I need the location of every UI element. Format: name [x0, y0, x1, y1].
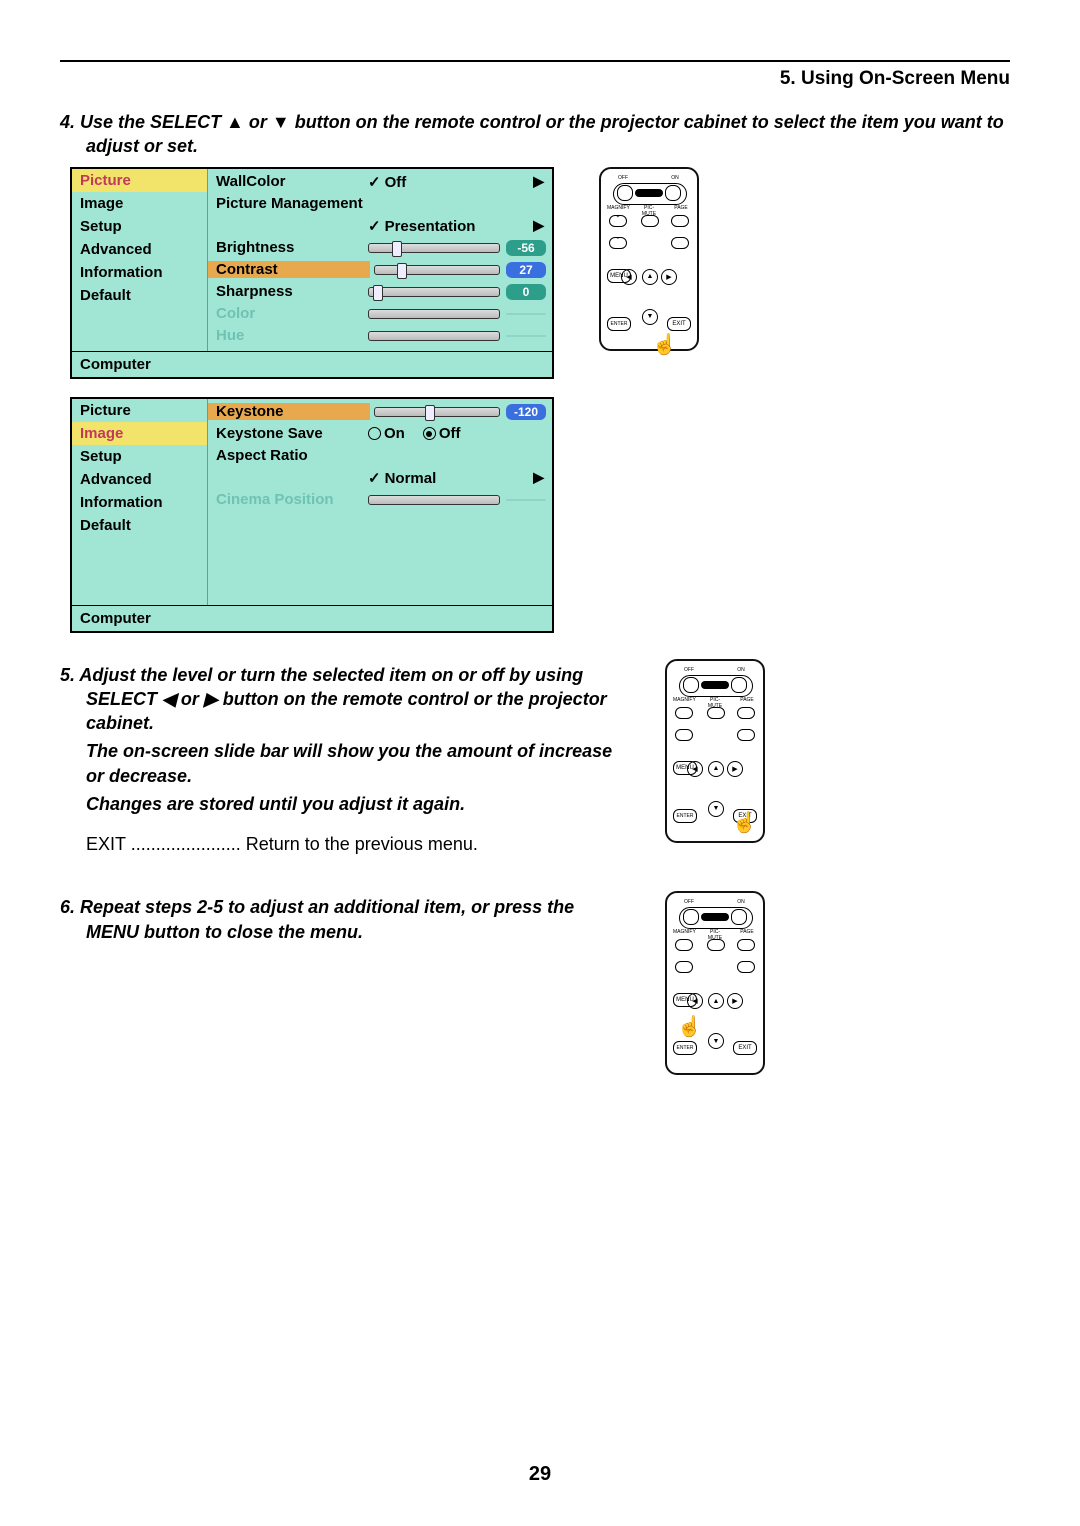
- osd1-cat-image[interactable]: Image: [72, 192, 207, 215]
- color-label: Color: [214, 305, 364, 322]
- osd2-cat-image[interactable]: Image: [72, 422, 207, 445]
- brightness-slider[interactable]: [368, 243, 500, 253]
- step-4: 4. Use the SELECT ▲ or ▼ button on the r…: [60, 110, 1010, 159]
- keystonesave-on[interactable]: On: [368, 425, 405, 442]
- osd2-cat-setup[interactable]: Setup: [72, 445, 207, 468]
- remote-exit-button: EXIT: [667, 317, 691, 331]
- step-4-number: 4.: [60, 112, 75, 132]
- hand-pointer-icon: ☝: [677, 1017, 702, 1037]
- step-6: 6. Repeat steps 2-5 to adjust an additio…: [60, 895, 620, 944]
- remote-control-illustration-2: OFF ON MAGNIFY PIC-MUTE PAGE MENU ▲ ◀ ▶ …: [665, 659, 765, 843]
- osd1-cat-advanced[interactable]: Advanced: [72, 238, 207, 261]
- osd2-cat-advanced[interactable]: Advanced: [72, 468, 207, 491]
- wallcolor-label: WallColor: [214, 173, 364, 190]
- keystonesave-label: Keystone Save: [214, 425, 364, 442]
- chevron-right-icon: ▶: [533, 173, 544, 190]
- keystone-value: -120: [506, 404, 546, 420]
- contrast-label: Contrast: [208, 261, 370, 278]
- chevron-right-icon: ▶: [533, 217, 544, 234]
- chevron-right-icon: ▶: [533, 469, 544, 486]
- sharpness-value: 0: [506, 284, 546, 300]
- osd1-row-brightness[interactable]: Brightness -56: [214, 237, 546, 259]
- keystonesave-off[interactable]: Off: [423, 425, 461, 442]
- picmgmt-label: Picture Management: [214, 195, 364, 212]
- cinema-label: Cinema Position: [214, 491, 364, 508]
- osd-picture-menu: Picture Image Setup Advanced Information…: [70, 167, 554, 379]
- color-value: [506, 313, 546, 315]
- aspect-label: Aspect Ratio: [214, 447, 364, 464]
- step-5-number: 5.: [60, 665, 75, 685]
- step-5-line2: The on-screen slide bar will show you th…: [86, 739, 620, 788]
- osd2-cat-information[interactable]: Information: [72, 491, 207, 514]
- osd2-row-keystone[interactable]: Keystone -120: [214, 401, 546, 423]
- keystone-label: Keystone: [208, 403, 370, 420]
- osd1-row-contrast[interactable]: Contrast 27: [214, 259, 546, 281]
- osd1-sidebar: Picture Image Setup Advanced Information…: [72, 169, 208, 351]
- osd2-row-aspect[interactable]: Aspect Ratio: [214, 445, 546, 467]
- hue-label: Hue: [214, 327, 364, 344]
- sharpness-label: Sharpness: [214, 283, 364, 300]
- contrast-slider[interactable]: [374, 265, 500, 275]
- osd2-row-aspect-value[interactable]: Normal ▶: [214, 467, 546, 489]
- sharpness-slider[interactable]: [368, 287, 500, 297]
- osd2-status: Computer: [72, 605, 552, 631]
- osd1-row-sharpness[interactable]: Sharpness 0: [214, 281, 546, 303]
- osd2-sidebar: Picture Image Setup Advanced Information…: [72, 399, 208, 605]
- osd1-cat-setup[interactable]: Setup: [72, 215, 207, 238]
- brightness-value: -56: [506, 240, 546, 256]
- osd1-row-picmgmt-value[interactable]: Presentation ▶: [214, 215, 546, 237]
- cinema-value: [506, 499, 546, 501]
- aspect-value: Normal: [368, 469, 436, 487]
- brightness-label: Brightness: [214, 239, 364, 256]
- hue-value: [506, 335, 546, 337]
- osd1-status: Computer: [72, 351, 552, 377]
- hand-pointer-icon: ☝: [652, 335, 677, 355]
- exit-label: EXIT: [86, 834, 126, 854]
- hue-slider: [368, 331, 500, 341]
- step-6-text: Repeat steps 2-5 to adjust an additional…: [80, 897, 574, 941]
- dpad-left-icon: ◀: [621, 269, 637, 285]
- osd2-row-cinema: Cinema Position: [214, 489, 546, 511]
- picmgmt-value: Presentation: [368, 217, 475, 235]
- step-5-line3: Changes are stored until you adjust it a…: [86, 792, 620, 816]
- osd-image-menu: Picture Image Setup Advanced Information…: [70, 397, 554, 633]
- osd1-row-wallcolor[interactable]: WallColor Off ▶: [214, 171, 546, 193]
- osd1-cat-picture[interactable]: Picture: [72, 169, 207, 192]
- wallcolor-value: Off: [368, 173, 406, 191]
- keystone-slider[interactable]: [374, 407, 500, 417]
- osd2-row-keystonesave[interactable]: Keystone Save On Off: [214, 423, 546, 445]
- exit-line: EXIT ...................... Return to th…: [86, 834, 620, 855]
- osd1-cat-default[interactable]: Default: [72, 284, 207, 307]
- step-5-line1: Adjust the level or turn the selected it…: [79, 665, 606, 734]
- dpad-up-icon: ▲: [642, 269, 658, 285]
- step-6-number: 6.: [60, 897, 75, 917]
- page-number: 29: [0, 1463, 1080, 1486]
- osd2-cat-picture[interactable]: Picture: [72, 399, 207, 422]
- remote-enter-button: ENTER: [607, 317, 631, 331]
- cinema-slider: [368, 495, 500, 505]
- contrast-value: 27: [506, 262, 546, 278]
- remote-dpad: ▲ ◀ ▶ ▼: [621, 269, 677, 325]
- remote-control-illustration-3: OFF ON MAGNIFY PIC-MUTE PAGE MENU ▲ ◀ ▶ …: [665, 891, 765, 1075]
- remote-control-illustration-1: OFF ON MAGNIFY PIC-MUTE PAGE + − MENU ▲ …: [599, 167, 699, 351]
- osd1-cat-information[interactable]: Information: [72, 261, 207, 284]
- step-4-text: Use the SELECT ▲ or ▼ button on the remo…: [80, 112, 1004, 156]
- section-header: 5. Using On-Screen Menu: [60, 68, 1010, 90]
- dpad-right-icon: ▶: [661, 269, 677, 285]
- hand-pointer-icon: ☝: [732, 813, 757, 833]
- osd1-row-color: Color: [214, 303, 546, 325]
- osd1-row-picmgmt[interactable]: Picture Management: [214, 193, 546, 215]
- step-5: 5. Adjust the level or turn the selected…: [60, 663, 620, 736]
- color-slider: [368, 309, 500, 319]
- osd2-cat-default[interactable]: Default: [72, 514, 207, 537]
- dpad-down-icon: ▼: [642, 309, 658, 325]
- osd1-row-hue: Hue: [214, 325, 546, 347]
- exit-text: Return to the previous menu.: [246, 834, 478, 854]
